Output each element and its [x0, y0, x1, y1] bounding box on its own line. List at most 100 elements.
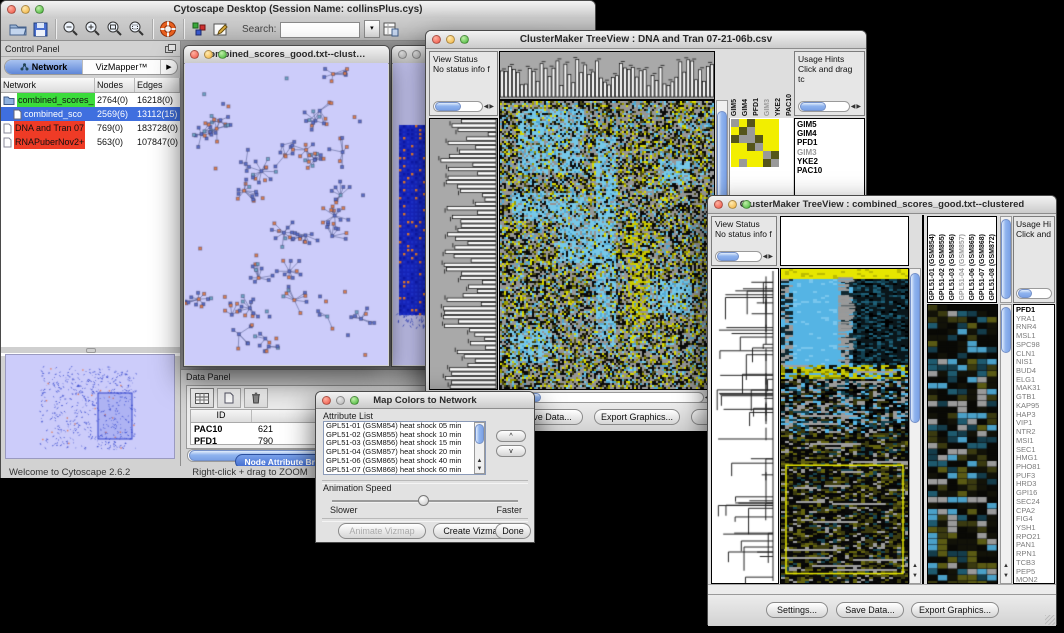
gene-label[interactable]: PFD1: [797, 138, 862, 147]
gene-label[interactable]: PAC10: [797, 166, 862, 175]
gene-label[interactable]: GIM5: [797, 120, 862, 129]
id-column-header[interactable]: ID: [191, 410, 252, 422]
network-row[interactable]: RNAPuberNov2+ 563(0) 107847(0): [1, 135, 180, 149]
zoom-button[interactable]: [460, 35, 469, 44]
zoom-button[interactable]: [742, 200, 751, 209]
gene-label[interactable]: NTR2: [1016, 428, 1052, 437]
gene-label[interactable]: MSI1: [1016, 437, 1052, 446]
panel-divider[interactable]: [1, 347, 180, 353]
export-graphics-button[interactable]: Export Graphics...: [594, 409, 680, 425]
gene-label[interactable]: GIM4: [797, 129, 862, 138]
gene-label[interactable]: BUD4: [1016, 367, 1052, 376]
attribute-list-scrollbar[interactable]: ▲ ▼: [474, 422, 485, 474]
minimize-button[interactable]: [446, 35, 455, 44]
main-title-bar[interactable]: Cytoscape Desktop (Session Name: collins…: [1, 1, 595, 19]
scrollbar-thumb[interactable]: [1001, 307, 1011, 353]
array-dendrogram-canvas[interactable]: [500, 52, 714, 99]
array-label[interactable]: GPL51-01 (GSM854): [929, 234, 937, 301]
array-dendrogram-panel[interactable]: [499, 51, 715, 100]
close-button[interactable]: [714, 200, 723, 209]
delete-attribute-icon[interactable]: [244, 388, 268, 408]
gene-dendrogram-canvas[interactable]: [712, 269, 778, 583]
network-row-selected[interactable]: combined_sco 2569(6) 13112(15): [1, 107, 180, 121]
zoom-in-icon[interactable]: [82, 19, 104, 39]
scroll-down-arrow[interactable]: ▼: [910, 573, 920, 579]
scroll-left-arrow[interactable]: ◀: [484, 104, 489, 110]
close-button[interactable]: [7, 5, 16, 14]
network-row[interactable]: combined_scores_ 2764(0) 16218(0): [1, 93, 180, 107]
gene-label[interactable]: PEP5: [1016, 568, 1052, 577]
attribute-item[interactable]: GPL51-07 (GSM868) heat shock 60 min: [326, 466, 485, 475]
gene-label[interactable]: KAP95: [1016, 402, 1052, 411]
array-label[interactable]: YKE2: [775, 98, 783, 116]
attribute-select-icon[interactable]: [190, 388, 214, 408]
global-heatmap-canvas[interactable]: [500, 101, 714, 389]
scrollbar-thumb[interactable]: [910, 273, 920, 423]
network-window-title-bar[interactable]: combined_scores_good.txt--cluste...: [184, 46, 389, 64]
gene-label[interactable]: ELG1: [1016, 376, 1052, 385]
treeview2-title-bar[interactable]: ClusterMaker TreeView : combined_scores_…: [708, 196, 1056, 214]
scroll-right-arrow[interactable]: ▶: [489, 104, 494, 110]
minimize-button[interactable]: [728, 200, 737, 209]
tab-overflow-button[interactable]: ▶: [160, 60, 177, 74]
array-label[interactable]: GPL51-06 (GSM865): [969, 234, 977, 301]
gene-label[interactable]: MAK31: [1016, 384, 1052, 393]
close-button[interactable]: [322, 396, 331, 405]
scroll-up-arrow[interactable]: ▲: [475, 458, 484, 464]
close-button[interactable]: [190, 50, 199, 59]
gene-label[interactable]: RNR4: [1016, 323, 1052, 332]
gene-label[interactable]: VIP1: [1016, 419, 1052, 428]
summary-heatmap[interactable]: [731, 119, 779, 167]
network-name[interactable]: DNA and Tran 07: [14, 121, 85, 135]
scroll-up-arrow[interactable]: ▲: [1001, 563, 1011, 569]
array-label[interactable]: GIM5: [731, 99, 739, 116]
view-status-scrollbar[interactable]: ◀ ▶: [715, 251, 773, 262]
attribute-browser-icon[interactable]: [380, 19, 402, 39]
gene-label[interactable]: HRD3: [1016, 480, 1052, 489]
scrollbar-thumb[interactable]: [475, 424, 484, 444]
gene-label[interactable]: RPN1: [1016, 550, 1052, 559]
zoom-fit-icon[interactable]: [104, 19, 126, 39]
col-network[interactable]: Network: [1, 78, 95, 92]
tab-vizmapper[interactable]: VizMapper™: [82, 60, 160, 74]
new-attribute-icon[interactable]: [217, 388, 241, 408]
resize-grip[interactable]: [1045, 615, 1055, 625]
close-button[interactable]: [432, 35, 441, 44]
gene-dendrogram-panel[interactable]: [711, 268, 779, 584]
global-heatmap-panel[interactable]: [499, 100, 715, 390]
global-heatmap-canvas[interactable]: [781, 269, 908, 583]
gene-dendrogram-panel[interactable]: [429, 118, 498, 390]
float-panel-icon[interactable]: [165, 44, 176, 53]
done-button[interactable]: Done: [495, 523, 531, 539]
scroll-up-arrow[interactable]: ▲: [910, 563, 920, 569]
settings-button[interactable]: Settings...: [766, 602, 828, 618]
animate-vizmap-button[interactable]: Animate Vizmap: [338, 523, 426, 539]
zoom-button[interactable]: [35, 5, 44, 14]
array-label[interactable]: GIM4: [742, 99, 750, 116]
scrollbar-thumb[interactable]: [1001, 219, 1011, 299]
gene-label[interactable]: FIG4: [1016, 515, 1052, 524]
search-input[interactable]: [280, 22, 360, 38]
export-graphics-button[interactable]: Export Graphics...: [911, 602, 999, 618]
network-name[interactable]: combined_sco: [24, 107, 82, 121]
plugin-manager-icon[interactable]: [188, 19, 210, 39]
network-overview-panel[interactable]: [5, 354, 175, 459]
network-canvas[interactable]: [185, 63, 388, 365]
usage-hints-scrollbar[interactable]: ◀ ▶: [798, 101, 861, 112]
array-label[interactable]: GPL51-02 (GSM855): [939, 234, 947, 301]
gene-label[interactable]: TCB3: [1016, 559, 1052, 568]
move-up-button[interactable]: ^: [496, 430, 526, 442]
close-button[interactable]: [398, 50, 407, 59]
zoom-out-icon[interactable]: [60, 19, 82, 39]
col-edges[interactable]: Edges: [135, 78, 180, 92]
array-label[interactable]: GPL51-07 (GSM868): [979, 234, 987, 301]
gene-label[interactable]: MSL1: [1016, 332, 1052, 341]
view-status-scrollbar[interactable]: ◀ ▶: [433, 101, 494, 112]
zoom-button[interactable]: [350, 396, 359, 405]
network-name[interactable]: RNAPuberNov2+: [14, 135, 85, 149]
scroll-down-arrow[interactable]: ▼: [1001, 573, 1011, 579]
zoom-button[interactable]: [218, 50, 227, 59]
gene-label[interactable]: HAP3: [1016, 411, 1052, 420]
annotation-icon[interactable]: [210, 19, 232, 39]
network-view[interactable]: [185, 63, 388, 365]
